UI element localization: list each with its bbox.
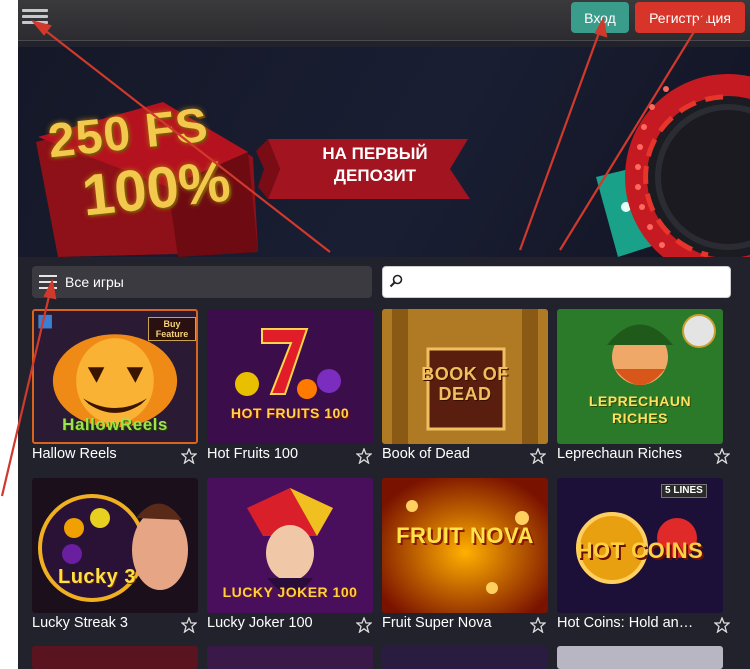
favorite-star-icon[interactable] [714,448,730,464]
game-tile-hot-coins[interactable]: 5 LINES HOT COINS [557,478,723,613]
search-input[interactable] [407,271,726,295]
game-tile-hallow-reels[interactable]: Buy Feature HallowReels [32,309,198,444]
favorite-star-icon[interactable] [181,617,197,633]
game-name-book-of-dead[interactable]: Book of Dead [382,446,522,462]
list-icon [39,275,57,293]
buy-feature-badge: Buy Feature [148,317,196,341]
ribbon-line-1: НА ПЕРВЫЙ [322,144,428,163]
hot-coins-logo: HOT COINS [576,538,704,563]
game-tile-partial[interactable] [382,646,548,669]
top-bar: Вход Регистрация [18,0,750,41]
all-games-dropdown[interactable]: Все игры [32,266,372,298]
favorite-star-icon[interactable] [356,617,372,633]
favorite-star-icon[interactable] [714,617,730,633]
favorite-star-icon[interactable] [356,448,372,464]
game-tile-partial[interactable] [32,646,198,669]
fruit-nova-logo: FRUIT NOVA [396,523,534,548]
game-name-hot-fruits-100[interactable]: Hot Fruits 100 [207,446,347,462]
promo-banner[interactable]: 250 FS 100% НА ПЕРВЫЙ ДЕПОЗИТ [18,47,750,257]
hot-fruits-artwork [207,309,373,444]
lucky-streak-artwork [32,478,198,613]
favorite-star-icon[interactable] [181,448,197,464]
menu-icon[interactable] [22,6,48,30]
game-tile-partial[interactable] [557,646,723,669]
lucky-streak-logo: Lucky 3 [58,566,136,588]
game-name-lucky-streak-3[interactable]: Lucky Streak 3 [32,615,172,631]
favorite-star-icon[interactable] [530,617,546,633]
hallow-reels-logo: HallowReels [62,415,168,434]
book-of-dead-logo: BOOK OF DEAD [421,364,509,404]
lines-badge: 5 LINES [661,484,707,498]
game-name-fruit-super-nova[interactable]: Fruit Super Nova [382,615,522,631]
game-tile-leprechaun-riches[interactable]: LEPRECHAUN RICHES [557,309,723,444]
game-name-hot-coins[interactable]: Hot Coins: Hold and Win [557,615,697,631]
register-button[interactable]: Регистрация [635,2,745,33]
search-icon [389,274,403,288]
game-name-hallow-reels[interactable]: Hallow Reels [32,446,172,462]
ribbon-line-2: ДЕПОЗИТ [333,166,417,185]
hot-fruits-logo: HOT FRUITS 100 [230,405,350,421]
lucky-joker-logo: LUCKY JOKER 100 [222,584,358,600]
promo-ribbon: НА ПЕРВЫЙ ДЕПОЗИТ [280,143,470,197]
game-name-leprechaun-riches[interactable]: Leprechaun Riches [557,446,697,462]
login-button[interactable]: Вход [571,2,629,33]
favorite-star-icon[interactable] [530,448,546,464]
game-tile-partial[interactable] [207,646,373,669]
all-games-label: Все игры [65,274,124,290]
game-tile-lucky-streak-3[interactable]: Lucky 3 [32,478,198,613]
game-tile-book-of-dead[interactable]: BOOK OF DEAD [382,309,548,444]
search-box[interactable] [382,266,731,298]
casino-app: Вход Регистрация 250 FS 100% НА ПЕРВЫЙ Д… [18,0,750,669]
game-tile-fruit-super-nova[interactable]: FRUIT NOVA [382,478,548,613]
game-tile-lucky-joker-100[interactable]: LUCKY JOKER 100 [207,478,373,613]
game-name-lucky-joker-100[interactable]: Lucky Joker 100 [207,615,347,631]
game-tile-hot-fruits-100[interactable]: HOT FRUITS 100 [207,309,373,444]
leprechaun-riches-logo: LEPRECHAUN RICHES [588,393,692,426]
